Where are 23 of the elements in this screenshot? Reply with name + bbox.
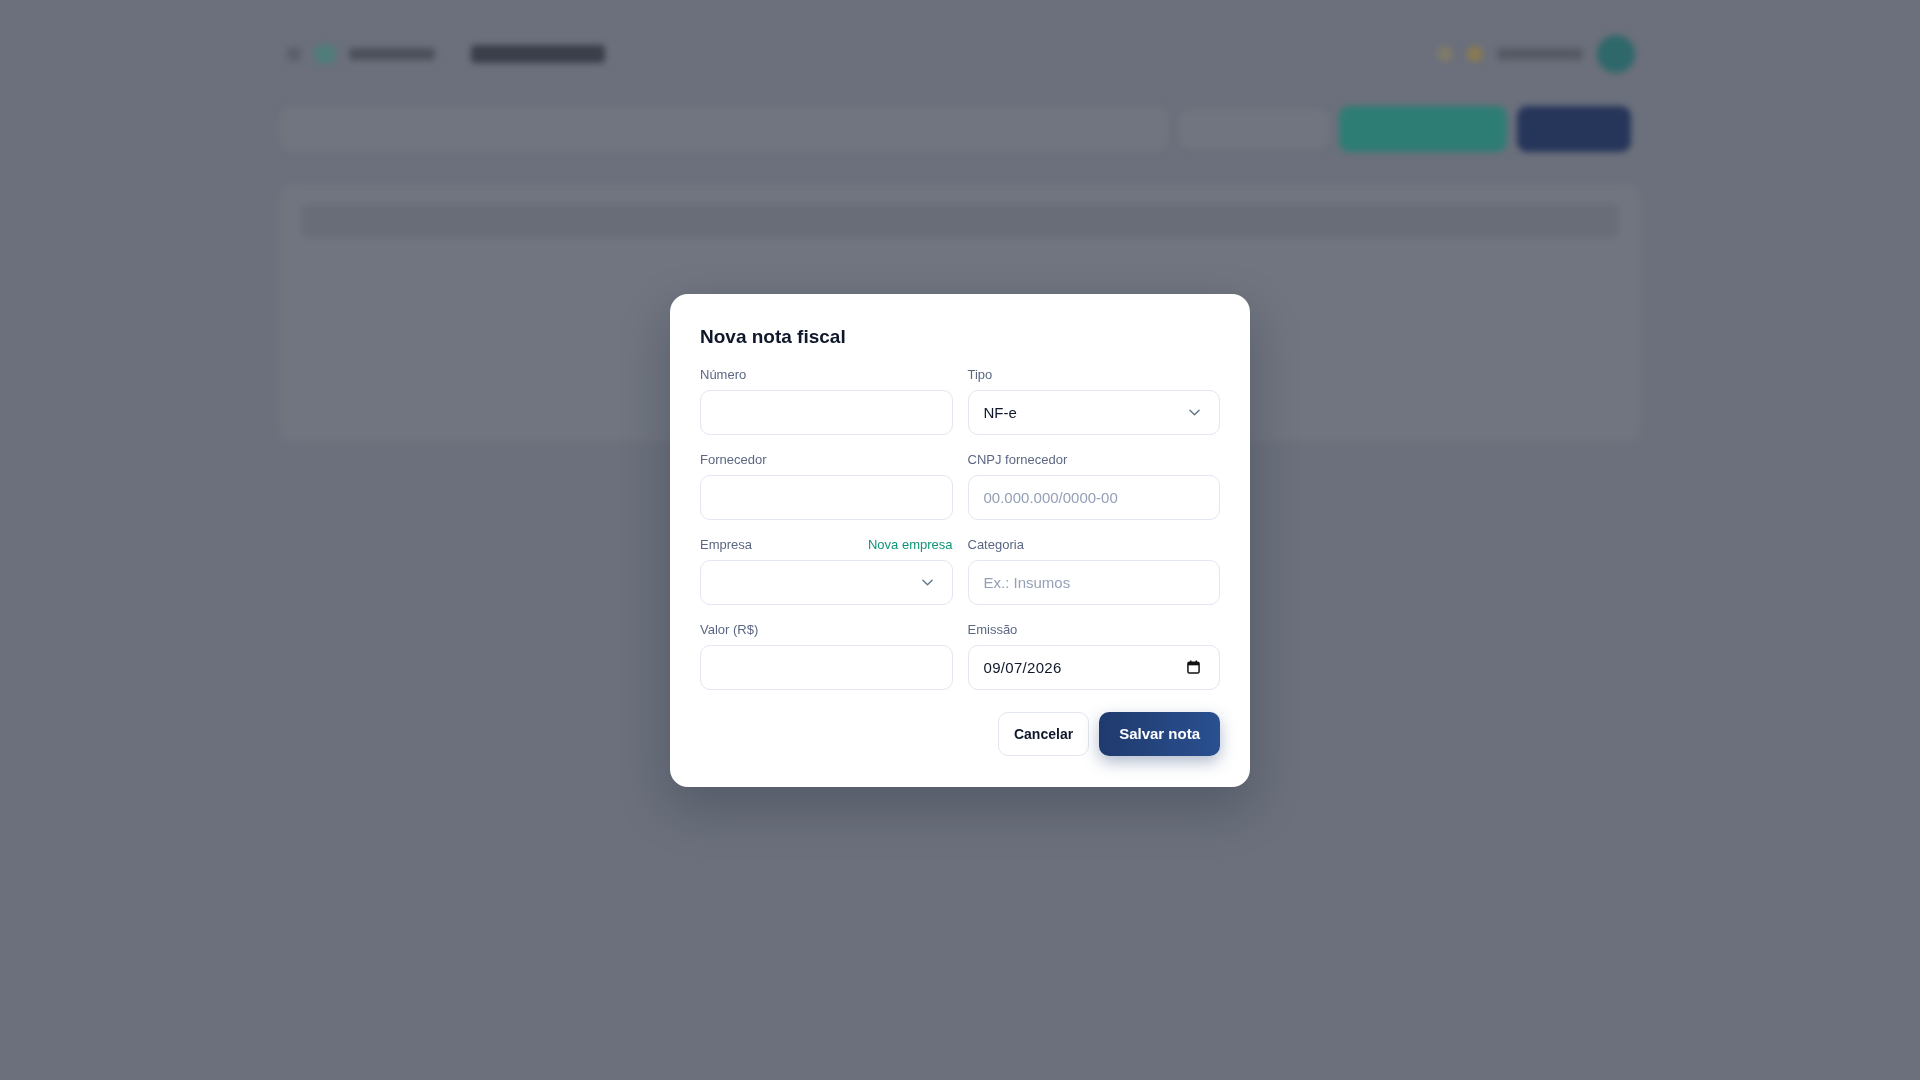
input-field[interactable]: 00.000.000/0000-00 (967, 474, 1220, 520)
new-company-link[interactable]: Nova empresa (867, 536, 953, 553)
field-label: Valor (R$) (700, 621, 759, 638)
field-label: Emissão (967, 621, 1018, 638)
field-label: Número (700, 366, 747, 383)
field-label: Fornecedor (700, 451, 767, 468)
field-label: Empresa (700, 536, 753, 553)
field-label: CNPJ fornecedor (967, 451, 1068, 468)
select-field[interactable] (700, 559, 953, 605)
date-field[interactable]: 09/07/2026 (967, 644, 1220, 690)
input-field[interactable] (700, 389, 953, 435)
calendar-icon (1187, 660, 1200, 674)
input-field[interactable] (700, 644, 953, 690)
dialog-title: Nova nota fiscal (700, 324, 847, 349)
cancel-button[interactable]: Cancelar (997, 711, 1090, 756)
field-label: Categoria (967, 536, 1024, 553)
input-field[interactable] (700, 474, 953, 520)
input-field[interactable]: Ex.: Insumos (967, 559, 1220, 605)
chevron-down-icon (921, 578, 933, 586)
select-field[interactable]: NF-e (967, 389, 1220, 435)
save-button[interactable]: Salvar nota (1099, 711, 1220, 756)
chevron-down-icon (1189, 408, 1200, 416)
field-label: Tipo (967, 366, 993, 383)
